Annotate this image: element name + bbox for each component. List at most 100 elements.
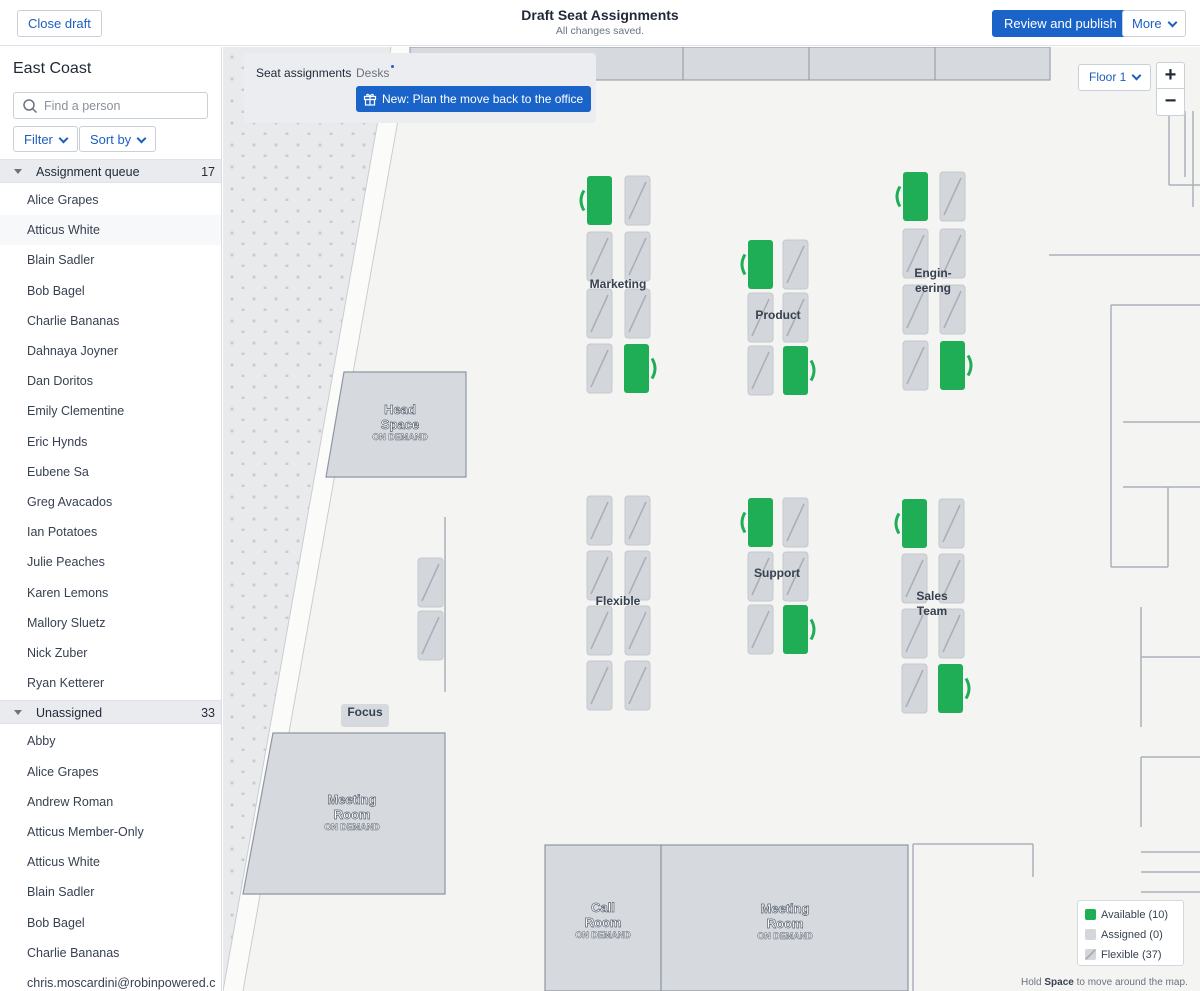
list-item[interactable]: Bob Bagel: [0, 908, 221, 938]
room-meeting-left[interactable]: Meeting Room ON DEMAND: [307, 792, 397, 833]
desk-flexible[interactable]: [586, 605, 613, 656]
desk-available[interactable]: [740, 240, 773, 289]
desk-flexible[interactable]: [939, 171, 966, 222]
room-head-space[interactable]: Head Space ON DEMAND: [355, 402, 445, 443]
desk-flexible[interactable]: [586, 343, 613, 394]
list-item[interactable]: Eubene Sa: [0, 457, 221, 487]
desk-flexible[interactable]: [586, 550, 613, 601]
room-meeting-bottom[interactable]: Meeting Room ON DEMAND: [740, 901, 830, 942]
desk-flexible[interactable]: [901, 663, 928, 714]
desk-flexible[interactable]: [624, 605, 651, 656]
list-item[interactable]: Alice Grapes: [0, 757, 221, 787]
desk-available[interactable]: [940, 341, 973, 390]
floor-map[interactable]: Seat assignments Desks New: Plan the mov…: [223, 47, 1200, 991]
hint-suffix: to move around the map.: [1076, 977, 1188, 988]
tab-seat-assignments[interactable]: Seat assignments: [256, 66, 351, 80]
list-item[interactable]: Atticus White: [0, 215, 221, 246]
desk-flexible[interactable]: [747, 345, 774, 396]
legend-flexible-label: Flexible (37): [1101, 949, 1162, 961]
chair-icon: [964, 677, 971, 700]
list-item[interactable]: Greg Avacados: [0, 487, 221, 517]
room-call[interactable]: Call Room ON DEMAND: [558, 900, 648, 941]
desk-flexible[interactable]: [747, 604, 774, 655]
desk-flexible[interactable]: [938, 498, 965, 549]
sort-button[interactable]: Sort by: [79, 126, 157, 152]
desk-flexible[interactable]: [902, 340, 929, 391]
desk-flexible[interactable]: [417, 557, 444, 608]
list-item[interactable]: Eric Hynds: [0, 427, 221, 457]
list-item[interactable]: Dahnaya Joyner: [0, 336, 221, 366]
list-item[interactable]: Atticus White: [0, 847, 221, 877]
list-item[interactable]: Karen Lemons: [0, 578, 221, 608]
room-head-space-line1: Head: [384, 402, 416, 418]
zone-label-engineering-line2: eering: [914, 281, 951, 295]
desk-flexible[interactable]: [586, 495, 613, 546]
new-feature-button[interactable]: New: Plan the move back to the office: [356, 86, 592, 112]
room-call-line1: Call: [591, 900, 616, 916]
desk-flexible[interactable]: [624, 550, 651, 601]
desk-available[interactable]: [783, 346, 816, 395]
chair-icon: [740, 511, 747, 534]
zoom-out-button[interactable]: −: [1157, 89, 1184, 115]
desk-available[interactable]: [740, 498, 773, 547]
desk-flexible[interactable]: [782, 239, 809, 290]
desk-available[interactable]: [624, 344, 657, 393]
list-item[interactable]: Charlie Bananas: [0, 306, 221, 336]
section-assignment-queue[interactable]: Assignment queue 17: [0, 159, 221, 183]
zoom-in-button[interactable]: +: [1157, 63, 1184, 89]
legend-assigned-label: Assigned (0): [1101, 929, 1163, 941]
map-legend: Available (10) Assigned (0) Flexible (37…: [1077, 900, 1184, 966]
list-item[interactable]: Blain Sadler: [0, 877, 221, 907]
floor-select[interactable]: Floor 1: [1078, 64, 1152, 91]
zone-label-sales-line2: Team: [916, 604, 948, 618]
review-publish-button[interactable]: Review and publish: [992, 10, 1129, 37]
desk-flexible[interactable]: [624, 660, 651, 711]
list-item[interactable]: Nick Zuber: [0, 638, 221, 668]
list-item[interactable]: Julie Peaches: [0, 547, 221, 577]
room-meeting-bottom-line2: Room: [766, 916, 804, 932]
section-label: Unassigned: [36, 706, 103, 721]
desk-flexible[interactable]: [417, 610, 444, 661]
desk-available[interactable]: [783, 605, 816, 654]
room-meeting-bottom-line1: Meeting: [760, 901, 810, 917]
desk-available[interactable]: [938, 664, 971, 713]
desk-flexible[interactable]: [586, 231, 613, 282]
list-item[interactable]: Blain Sadler: [0, 245, 221, 275]
desk-available[interactable]: [895, 172, 928, 221]
legend-swatch-available: [1085, 909, 1096, 920]
desk-available[interactable]: [894, 499, 927, 548]
list-item[interactable]: Charlie Bananas: [0, 938, 221, 968]
list-item[interactable]: Emily Clementine: [0, 396, 221, 426]
list-item[interactable]: Alice Grapes: [0, 185, 221, 215]
filter-button[interactable]: Filter: [13, 126, 78, 152]
desk-flexible[interactable]: [586, 660, 613, 711]
section-unassigned[interactable]: Unassigned 33: [0, 700, 221, 725]
list-item[interactable]: Mallory Sluetz: [0, 608, 221, 638]
desk-flexible[interactable]: [624, 175, 651, 226]
list-item[interactable]: Andrew Roman: [0, 787, 221, 817]
search-input[interactable]: [44, 97, 199, 114]
list-item[interactable]: Ryan Ketterer: [0, 668, 221, 698]
focus-area-label[interactable]: Focus: [341, 704, 389, 727]
list-item[interactable]: Atticus Member-Only: [0, 817, 221, 847]
close-draft-button[interactable]: Close draft: [17, 10, 102, 37]
desk-flexible[interactable]: [624, 288, 651, 339]
section-count: 33: [201, 706, 215, 721]
legend-swatch-assigned: [1085, 929, 1096, 940]
top-bar: Close draft Draft Seat Assignments All c…: [0, 0, 1200, 46]
desk-flexible[interactable]: [586, 288, 613, 339]
list-item[interactable]: Bob Bagel: [0, 276, 221, 306]
list-item[interactable]: Abby: [0, 726, 221, 756]
list-item[interactable]: Ian Potatoes: [0, 517, 221, 547]
list-item[interactable]: chris.moscardini@robinpowered.c: [0, 968, 221, 991]
desk-flexible[interactable]: [624, 495, 651, 546]
desk-flexible[interactable]: [624, 231, 651, 282]
chair-icon: [650, 357, 657, 380]
collapse-caret-icon: [14, 710, 22, 716]
tab-desks[interactable]: Desks: [356, 65, 395, 80]
list-item[interactable]: Dan Doritos: [0, 366, 221, 396]
desk-flexible[interactable]: [782, 497, 809, 548]
more-button[interactable]: More: [1122, 10, 1186, 37]
desk-available[interactable]: [579, 176, 612, 225]
map-hint: Hold Space to move around the map.: [1021, 977, 1188, 988]
